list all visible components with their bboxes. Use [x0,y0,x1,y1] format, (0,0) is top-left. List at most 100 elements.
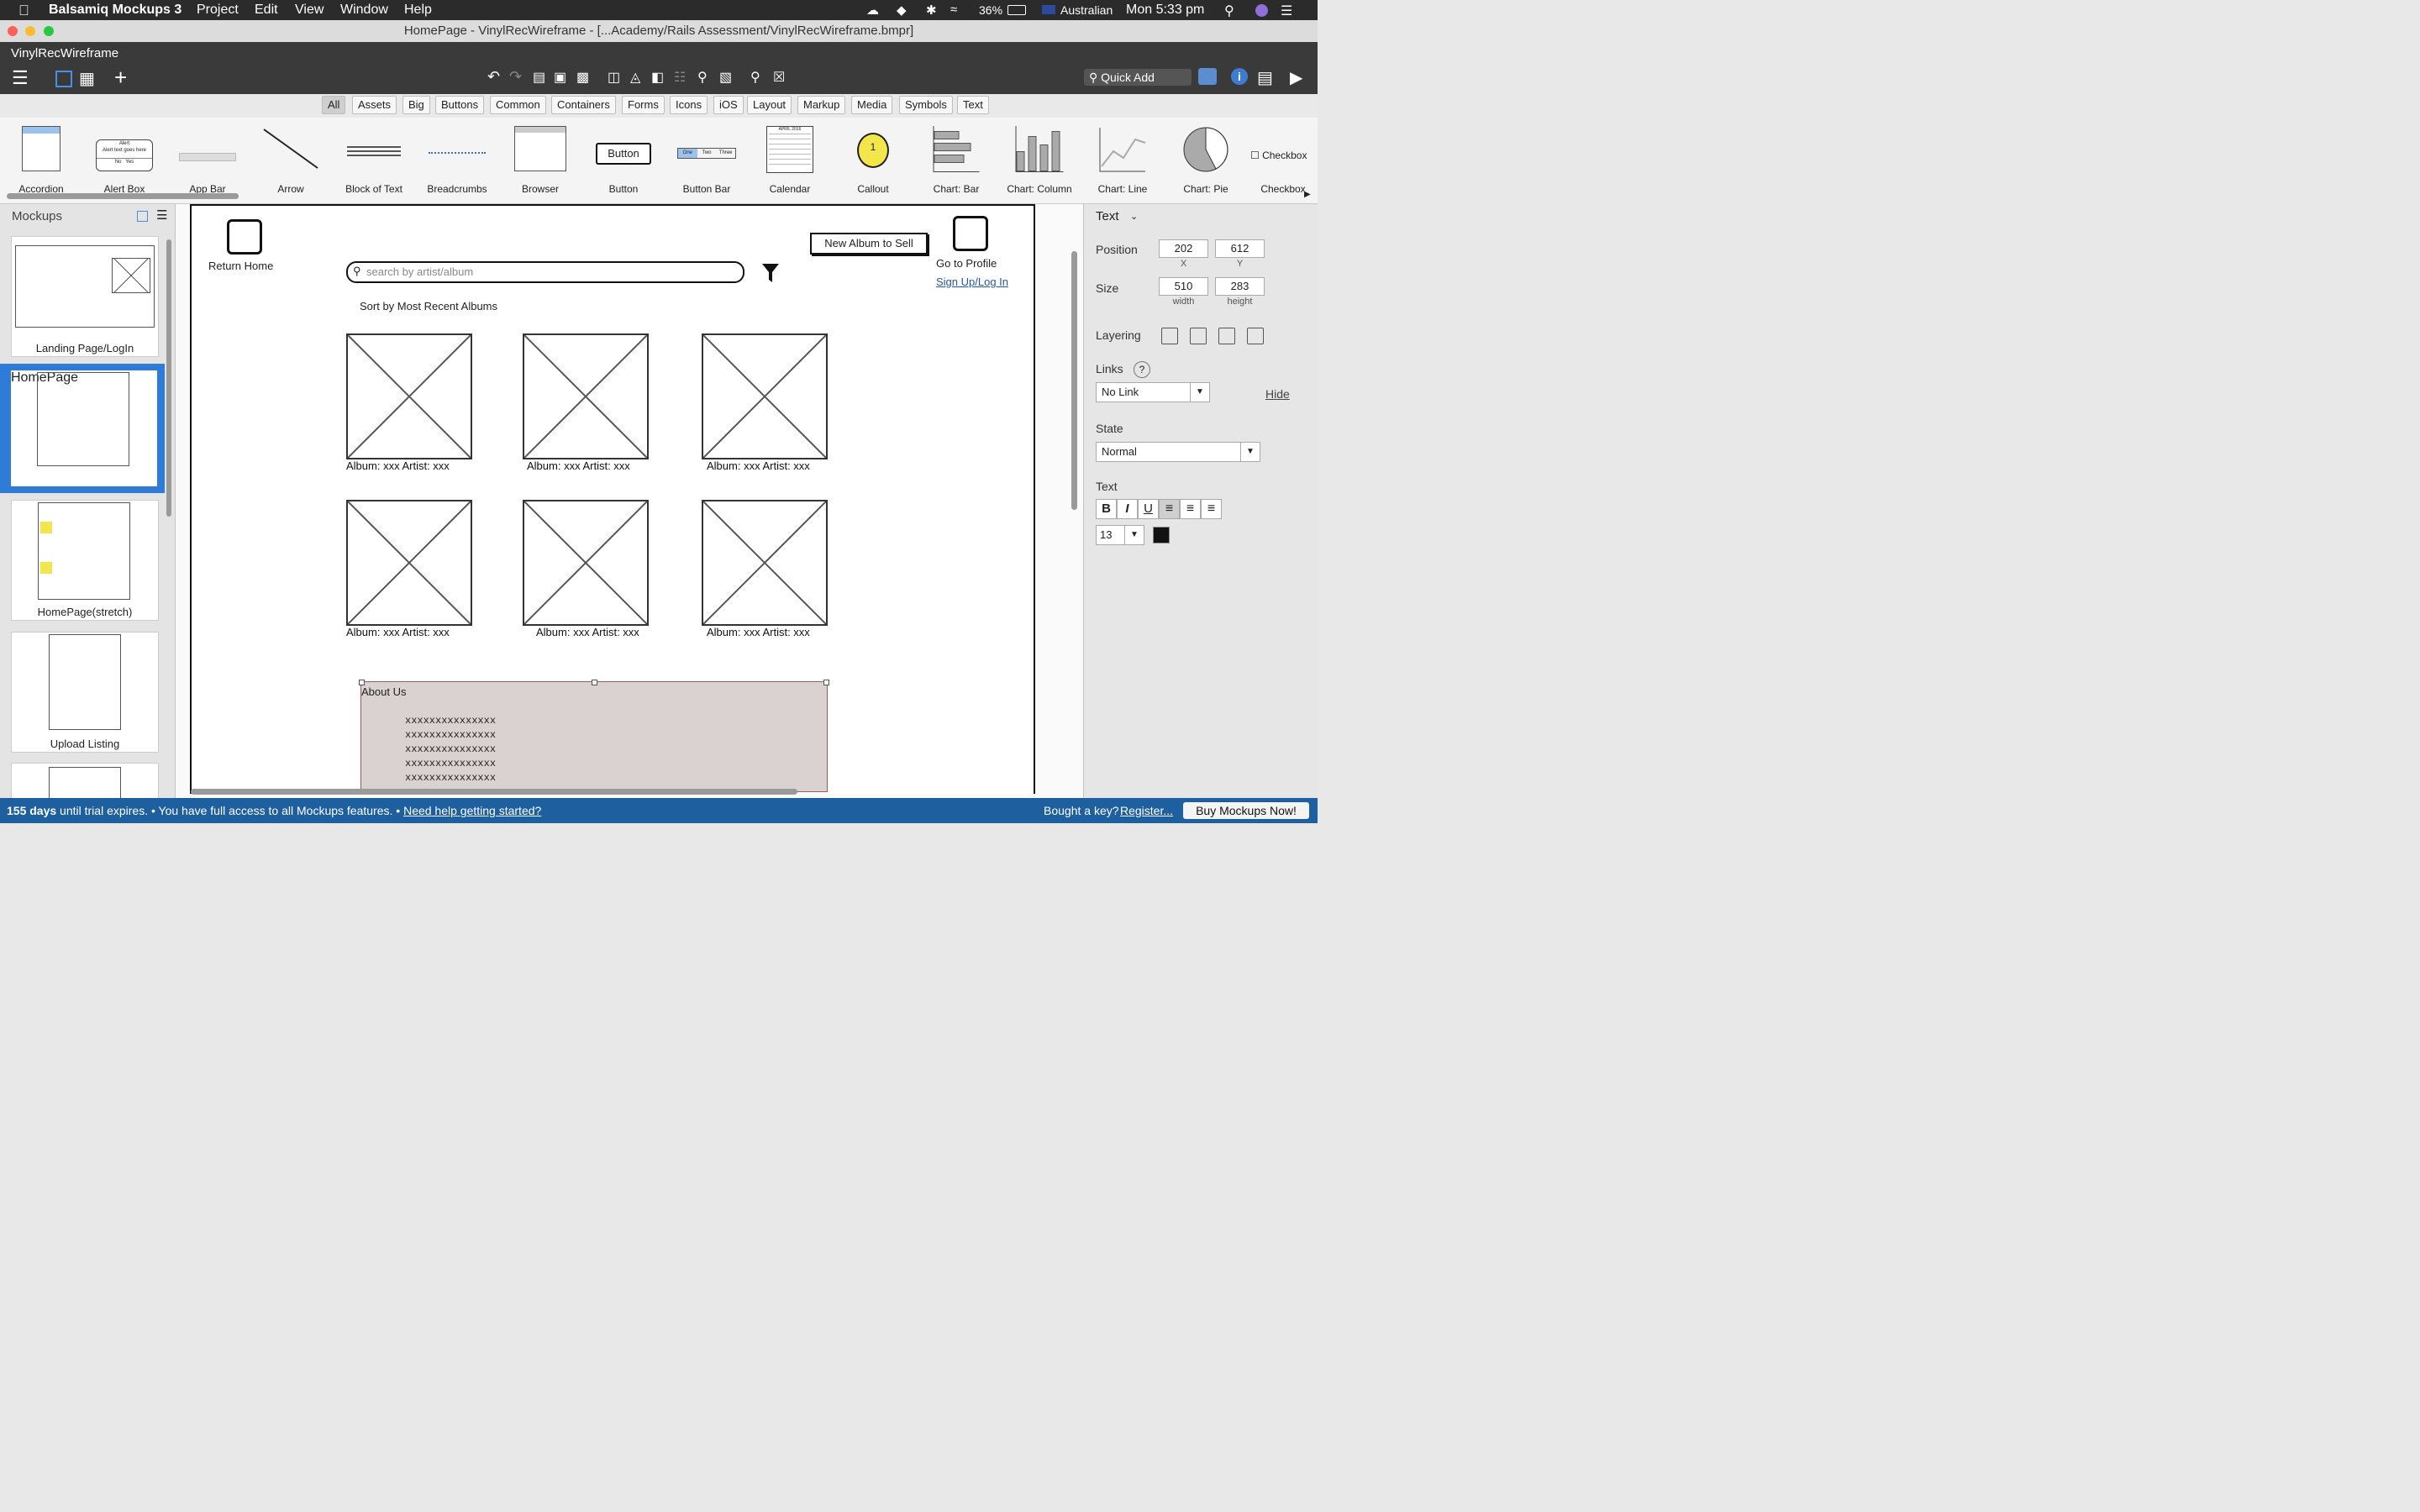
align-center-icon[interactable]: ≡ [1180,499,1201,519]
text-color-swatch[interactable] [1153,527,1170,543]
canvas-vertical-scrollbar[interactable] [1071,251,1077,510]
signup-login-link[interactable]: Sign Up/Log In [936,276,1008,288]
library-item-callout[interactable]: 1 Callout [833,124,913,198]
copy-icon[interactable]: ▣ [554,69,566,86]
panel-toggle-icon[interactable] [55,71,72,87]
ungroup-icon[interactable]: ◬ [630,69,640,86]
library-item-button[interactable]: Button Button [583,124,664,198]
menu-edit[interactable]: Edit [255,3,278,18]
presentation-icon[interactable]: ▶ [1290,67,1302,88]
album-image-5[interactable] [523,500,649,626]
menu-project[interactable]: Project [197,3,239,18]
filter-containers[interactable]: Containers [551,96,616,114]
library-item-alert-box[interactable]: Alert Alert text goes here No Yes Alert … [84,124,165,198]
menu-window[interactable]: Window [340,3,388,18]
send-to-back-icon[interactable] [1247,328,1264,344]
align-left-icon[interactable]: ≡ [1159,499,1180,519]
siri-icon[interactable] [1255,4,1268,17]
return-home-label[interactable]: Return Home [208,260,273,272]
go-to-profile-label[interactable]: Go to Profile [936,257,997,270]
grid-view-icon[interactable]: ▦ [79,68,95,89]
buy-now-button[interactable]: Buy Mockups Now! [1183,802,1309,819]
app-menu[interactable]: Balsamiq Mockups 3 [49,3,182,18]
cut-icon[interactable]: ▤ [533,69,545,86]
album-image-6[interactable] [702,500,828,626]
undo-icon[interactable]: ↶ [487,68,500,86]
mockup-homepage-stretch[interactable]: HomePage(stretch) [11,500,159,621]
thumbnail-view-icon[interactable] [137,211,148,222]
library-item-checkbox[interactable]: ☐ Checkbox Checkbox [1249,124,1318,198]
filter-media[interactable]: Media [851,96,893,114]
hide-links-link[interactable]: Hide [1265,387,1290,401]
group-icon[interactable]: ◫ [608,69,620,86]
help-icon[interactable]: ? [1134,361,1150,378]
library-item-button-bar[interactable]: One Two Three Button Bar [666,124,747,198]
delete-icon[interactable]: ▧ [719,69,732,86]
library-item-arrow[interactable]: Arrow [250,124,331,198]
redo-icon[interactable]: ↷ [509,68,522,86]
library-item-breadcrumbs[interactable]: Breadcrumbs [417,124,497,198]
input-source[interactable]: Australian [1060,3,1113,17]
mockups-scrollbar[interactable] [166,239,171,517]
close-window-icon[interactable] [8,26,18,36]
library-item-block-of-text[interactable]: Block of Text [334,124,414,198]
notification-center-icon[interactable]: ☰ [1281,3,1292,19]
properties-panel-icon[interactable]: ▤ [1257,67,1273,88]
bring-forward-icon[interactable] [1190,328,1207,344]
scroll-right-icon[interactable]: ▶ [1304,190,1311,199]
mockup-homepage-selected[interactable]: HomePage [0,364,165,493]
help-link[interactable]: Need help getting started? [403,804,541,817]
filter-assets[interactable]: Assets [352,96,397,114]
selection-handle[interactable] [823,680,829,685]
wifi-icon[interactable]: ≈ [950,3,957,17]
filter-markup[interactable]: Markup [797,96,846,114]
profile-icon[interactable] [953,216,988,251]
chevron-down-icon[interactable]: ⌄ [1130,211,1138,222]
wireframe-search-input[interactable]: ⚲ search by artist/album [346,261,744,283]
bring-to-front-icon[interactable] [1161,328,1178,344]
library-item-calendar[interactable]: APRIL 2016 Calendar [750,124,830,198]
library-item-accordion[interactable]: Accordion [1,124,82,198]
library-item-chart-bar[interactable]: Chart: Bar [916,124,997,198]
mockup-landing-page[interactable]: Landing Page/LogIn [11,236,159,357]
mockup-upload-listing[interactable]: Upload Listing [11,632,159,753]
position-y-field[interactable]: 612 [1215,239,1265,258]
height-field[interactable]: 283 [1215,277,1265,296]
align-icon[interactable]: ☷ [674,69,686,86]
width-field[interactable]: 510 [1159,277,1208,296]
minimize-window-icon[interactable] [25,26,35,36]
align-right-icon[interactable]: ≡ [1201,499,1222,519]
add-mockup-icon[interactable]: + [114,65,127,91]
clock[interactable]: Mon 5:33 pm [1126,3,1204,18]
menu-help[interactable]: Help [404,3,432,18]
battery-icon[interactable] [1007,5,1026,15]
send-backward-icon[interactable] [1218,328,1235,344]
paste-icon[interactable]: ▩ [576,69,589,86]
filter-common[interactable]: Common [490,96,546,114]
underline-button[interactable]: U [1138,499,1159,519]
filter-big[interactable]: Big [402,96,430,114]
lock-icon[interactable]: ⚲ [697,69,708,86]
library-scrollbar[interactable] [7,193,239,199]
position-x-field[interactable]: 202 [1159,239,1208,258]
filter-buttons[interactable]: Buttons [435,96,485,114]
new-album-button[interactable]: New Album to Sell [810,233,928,255]
library-item-chart-pie[interactable]: Chart: Pie [1165,124,1246,198]
filter-icons[interactable]: Icons [670,96,708,114]
album-image-2[interactable] [523,333,649,459]
bluetooth-icon[interactable]: ✱ [926,3,937,18]
spotlight-icon[interactable]: ⚲ [1224,3,1234,19]
filter-symbols[interactable]: Symbols [899,96,953,114]
info-icon[interactable]: i [1231,68,1248,85]
control-type[interactable]: Text [1096,209,1119,223]
flag-icon[interactable] [1042,5,1055,14]
selection-handle[interactable] [592,680,597,685]
filter-ios[interactable]: iOS [713,96,744,114]
arrange-icon[interactable]: ◧ [651,69,664,86]
zoom-icon[interactable]: ⚲ [750,69,760,86]
quick-add-input[interactable]: ⚲ Quick Add [1084,69,1192,86]
filter-all[interactable]: All [322,96,346,114]
album-image-3[interactable] [702,333,828,459]
font-size-select[interactable]: 13 ▼ [1096,525,1144,545]
library-item-app-bar[interactable]: App Bar [167,124,248,198]
